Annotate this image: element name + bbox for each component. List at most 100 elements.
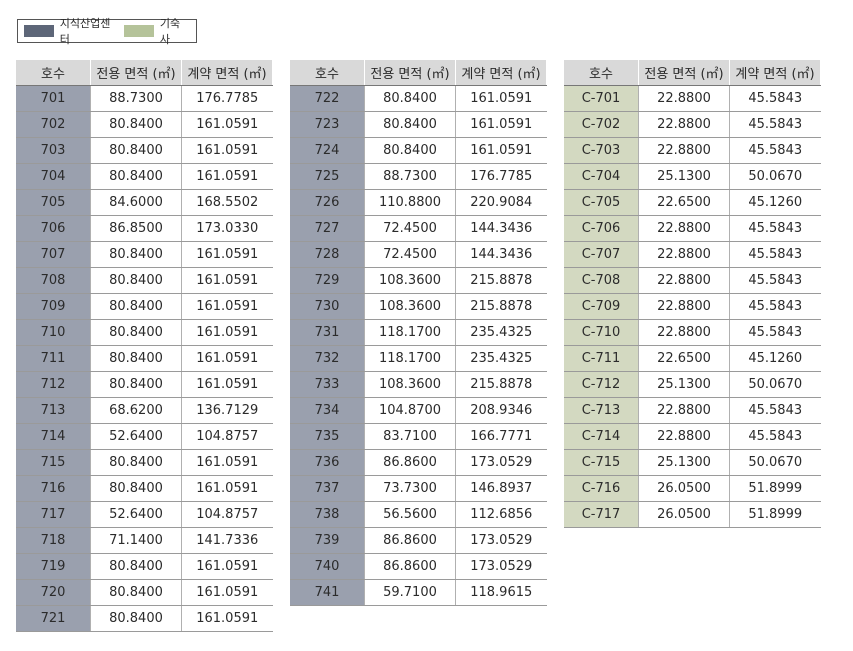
cell-exclusive-area: 84.6000 <box>90 189 182 216</box>
cell-contract-area: 161.0591 <box>181 163 273 190</box>
cell-exclusive-area: 22.8800 <box>638 85 730 112</box>
cell-contract-area: 146.8937 <box>455 475 547 502</box>
table-row: C-702 22.8800 45.5843 <box>564 111 821 138</box>
cell-unit: C-709 <box>564 293 639 320</box>
header-row: 호수 전용 면적 (㎡) 계약 면적 (㎡) <box>16 60 273 86</box>
cell-exclusive-area: 80.8400 <box>90 449 182 476</box>
cell-contract-area: 45.5843 <box>729 241 821 268</box>
cell-unit: C-701 <box>564 85 639 112</box>
cell-exclusive-area: 86.8500 <box>90 215 182 242</box>
cell-contract-area: 173.0529 <box>455 449 547 476</box>
cell-unit: 702 <box>16 111 91 138</box>
cell-contract-area: 141.7336 <box>181 527 273 554</box>
cell-unit: 713 <box>16 397 91 424</box>
cell-contract-area: 45.5843 <box>729 267 821 294</box>
cell-exclusive-area: 22.8800 <box>638 137 730 164</box>
cell-contract-area: 168.5502 <box>181 189 273 216</box>
cell-contract-area: 161.0591 <box>181 293 273 320</box>
cell-contract-area: 176.7785 <box>455 163 547 190</box>
cell-exclusive-area: 22.8800 <box>638 397 730 424</box>
legend-item-dorm: 기숙사 <box>124 15 188 47</box>
cell-unit: 717 <box>16 501 91 528</box>
cell-contract-area: 50.0670 <box>729 163 821 190</box>
table-row: 735 83.7100 166.7771 <box>290 423 547 450</box>
cell-contract-area: 50.0670 <box>729 371 821 398</box>
table-row: 720 80.8400 161.0591 <box>16 579 273 606</box>
cell-unit: 703 <box>16 137 91 164</box>
cell-exclusive-area: 80.8400 <box>90 137 182 164</box>
cell-unit: 709 <box>16 293 91 320</box>
cell-exclusive-area: 80.8400 <box>364 85 456 112</box>
table-row: C-717 26.0500 51.8999 <box>564 501 821 528</box>
cell-contract-area: 118.9615 <box>455 579 547 606</box>
table-row: 731 118.1700 235.4325 <box>290 319 547 346</box>
cell-exclusive-area: 86.8600 <box>364 449 456 476</box>
cell-unit: 734 <box>290 397 365 424</box>
table-row: C-716 26.0500 51.8999 <box>564 475 821 502</box>
cell-unit: C-703 <box>564 137 639 164</box>
cell-unit: C-716 <box>564 475 639 502</box>
header-exclusive-area: 전용 면적 (㎡) <box>638 60 730 86</box>
table-row: 701 88.7300 176.7785 <box>16 85 273 112</box>
legend-swatch-office <box>24 25 54 37</box>
table-row: C-707 22.8800 45.5843 <box>564 241 821 268</box>
table-row: 732 118.1700 235.4325 <box>290 345 547 372</box>
legend-label-dorm: 기숙사 <box>159 17 181 46</box>
cell-contract-area: 161.0591 <box>181 449 273 476</box>
table-row: 737 73.7300 146.8937 <box>290 475 547 502</box>
table-row: 724 80.8400 161.0591 <box>290 137 547 164</box>
cell-exclusive-area: 88.7300 <box>364 163 456 190</box>
cell-contract-area: 161.0591 <box>181 319 273 346</box>
cell-unit: 733 <box>290 371 365 398</box>
cell-unit: 708 <box>16 267 91 294</box>
header-unit: 호수 <box>290 60 365 86</box>
legend-item-office: 지식산업센터 <box>24 15 116 47</box>
cell-contract-area: 45.5843 <box>729 293 821 320</box>
cell-exclusive-area: 108.3600 <box>364 293 456 320</box>
area-table-1: 호수 전용 면적 (㎡) 계약 면적 (㎡) 701 88.7300 176.7785 70… <box>16 60 273 632</box>
cell-unit: 718 <box>16 527 91 554</box>
table-row: 710 80.8400 161.0591 <box>16 319 273 346</box>
cell-exclusive-area: 80.8400 <box>90 267 182 294</box>
cell-unit: C-717 <box>564 501 639 528</box>
cell-unit: 701 <box>16 85 91 112</box>
table-row: 729 108.3600 215.8878 <box>290 267 547 294</box>
header-unit: 호수 <box>564 60 639 86</box>
table-row: 707 80.8400 161.0591 <box>16 241 273 268</box>
table-row: 717 52.6400 104.8757 <box>16 501 273 528</box>
cell-unit: 721 <box>16 605 91 632</box>
table-row: C-706 22.8800 45.5843 <box>564 215 821 242</box>
table-row: C-701 22.8800 45.5843 <box>564 85 821 112</box>
cell-contract-area: 45.5843 <box>729 85 821 112</box>
cell-exclusive-area: 80.8400 <box>90 553 182 580</box>
header-contract-area: 계약 면적 (㎡) <box>181 60 273 86</box>
table-row: 725 88.7300 176.7785 <box>290 163 547 190</box>
cell-exclusive-area: 68.6200 <box>90 397 182 424</box>
cell-unit: 729 <box>290 267 365 294</box>
legend-label-office: 지식산업센터 <box>59 17 111 46</box>
table-row: 719 80.8400 161.0591 <box>16 553 273 580</box>
cell-unit: 726 <box>290 189 365 216</box>
cell-exclusive-area: 80.8400 <box>90 345 182 372</box>
cell-exclusive-area: 22.8800 <box>638 293 730 320</box>
cell-unit: 724 <box>290 137 365 164</box>
cell-exclusive-area: 26.0500 <box>638 501 730 528</box>
cell-unit: C-705 <box>564 189 639 216</box>
cell-unit: 707 <box>16 241 91 268</box>
header-row: 호수 전용 면적 (㎡) 계약 면적 (㎡) <box>290 60 547 86</box>
cell-unit: 715 <box>16 449 91 476</box>
table-row: 728 72.4500 144.3436 <box>290 241 547 268</box>
cell-exclusive-area: 72.4500 <box>364 241 456 268</box>
cell-unit: C-712 <box>564 371 639 398</box>
cell-contract-area: 45.1260 <box>729 189 821 216</box>
cell-contract-area: 45.5843 <box>729 137 821 164</box>
cell-unit: C-715 <box>564 449 639 476</box>
cell-exclusive-area: 110.8800 <box>364 189 456 216</box>
cell-contract-area: 161.0591 <box>181 475 273 502</box>
table-row: 706 86.8500 173.0330 <box>16 215 273 242</box>
cell-unit: 705 <box>16 189 91 216</box>
cell-exclusive-area: 83.7100 <box>364 423 456 450</box>
cell-exclusive-area: 80.8400 <box>90 605 182 632</box>
cell-unit: 728 <box>290 241 365 268</box>
cell-exclusive-area: 22.8800 <box>638 267 730 294</box>
